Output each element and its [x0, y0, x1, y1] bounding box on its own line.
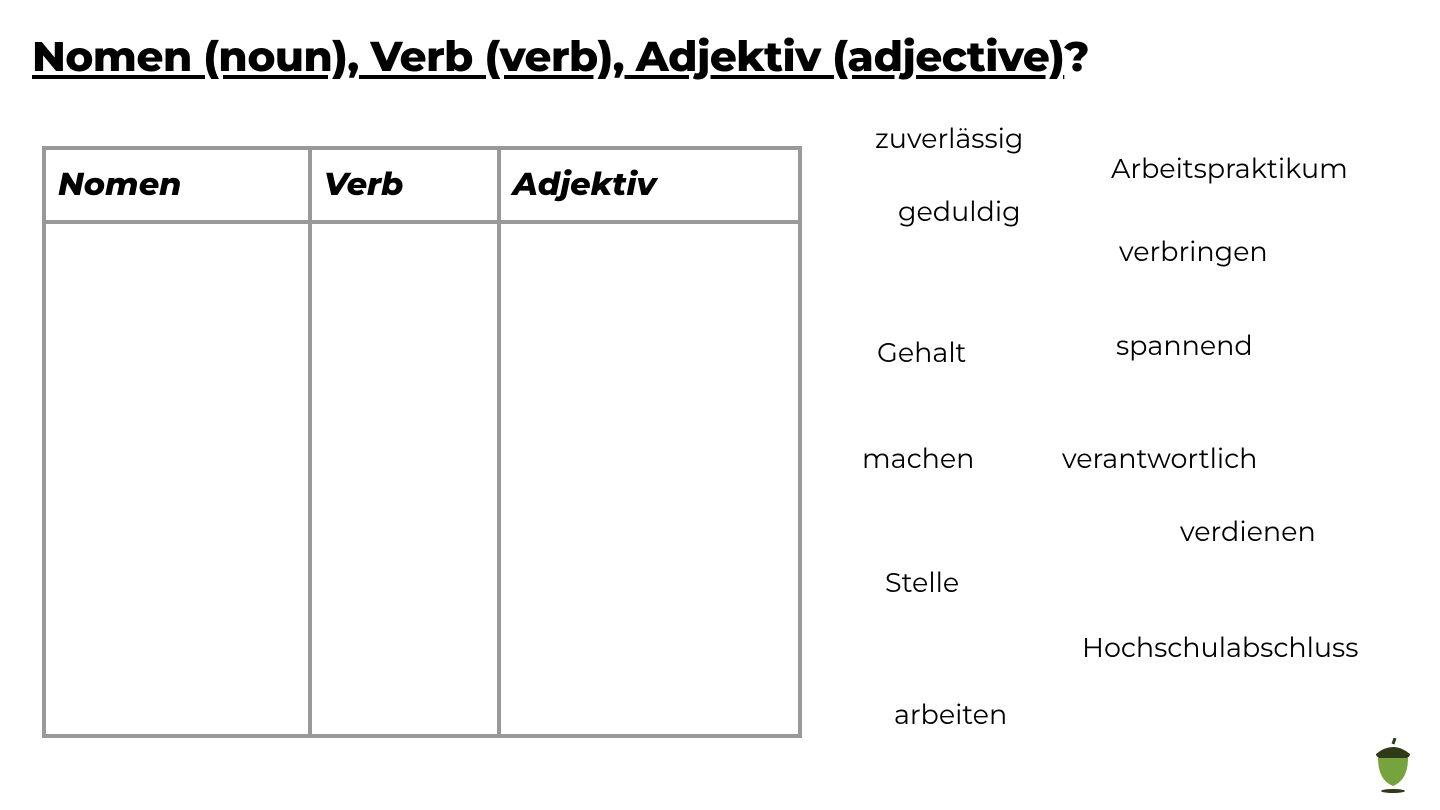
word-item[interactable]: arbeiten [894, 698, 1007, 731]
word-item[interactable]: Arbeitspraktikum [1111, 152, 1348, 185]
col-header-verb: Verb [310, 148, 499, 222]
word-item[interactable]: spannend [1116, 329, 1253, 362]
title-qmark: ? [1064, 30, 1089, 82]
word-item[interactable]: geduldig [898, 195, 1021, 228]
word-item[interactable]: verdienen [1180, 515, 1316, 548]
title-main: Nomen (noun), Verb (verb), Adjektiv (adj… [32, 30, 1064, 82]
word-item[interactable]: Hochschulabschluss [1082, 631, 1358, 664]
col-header-adjektiv: Adjektiv [499, 148, 800, 222]
col-body-verb [310, 222, 499, 736]
word-item[interactable]: Stelle [885, 566, 959, 599]
word-item[interactable]: zuverlässig [875, 122, 1023, 155]
word-item[interactable]: machen [862, 442, 974, 475]
col-body-adjektiv [499, 222, 800, 736]
acorn-icon [1368, 738, 1418, 794]
classification-table: Nomen Verb Adjektiv [42, 146, 802, 738]
page-title: Nomen (noun), Verb (verb), Adjektiv (adj… [32, 30, 1089, 82]
word-item[interactable]: verantwortlich [1062, 442, 1257, 475]
col-header-nomen: Nomen [44, 148, 310, 222]
word-item[interactable]: verbringen [1119, 235, 1268, 268]
col-body-nomen [44, 222, 310, 736]
word-item[interactable]: Gehalt [877, 336, 966, 369]
